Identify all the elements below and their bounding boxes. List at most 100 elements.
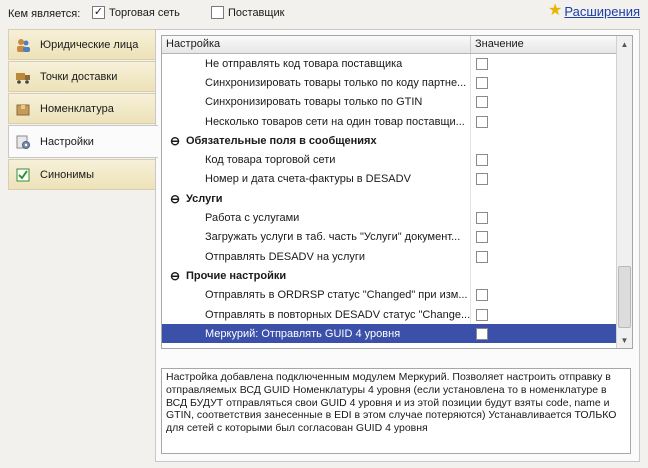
setting-cell: Работа с услугами (162, 208, 471, 228)
collapse-icon[interactable]: ⊖ (170, 134, 180, 148)
table-row[interactable]: Не отправлять код товара поставщика (162, 54, 617, 74)
value-cell (471, 247, 617, 266)
collapse-icon[interactable]: ⊖ (170, 269, 180, 283)
setting-cell: Не отправлять код товара поставщика (162, 54, 471, 74)
tab-delivery-points[interactable]: Точки доставки (8, 61, 156, 92)
retail-network-checkbox[interactable]: ✓ Торговая сеть (92, 6, 180, 19)
setting-description: Настройка добавлена подключенным модулем… (161, 368, 631, 454)
table-row[interactable]: Отправлять в повторных DESADV статус "Ch… (162, 304, 617, 325)
truck-icon (15, 69, 31, 85)
extensions-link[interactable]: Расширения (564, 4, 640, 19)
setting-label: Номер и дата счета-фактуры в DESADV (205, 173, 411, 186)
value-cell (471, 324, 617, 343)
setting-cell: Синхронизировать товары только по GTIN (162, 92, 471, 112)
table-row[interactable]: Код товара торговой сети (162, 150, 617, 170)
role-label: Кем является: (8, 8, 81, 20)
group-row[interactable]: ⊖ Услуги (162, 189, 617, 209)
table-row[interactable]: Синхронизировать товары только по GTIN (162, 92, 617, 112)
settings-grid: Настройка Значение Не отправлять код тов… (161, 35, 633, 349)
setting-label: Меркурий: Отправлять GUID 4 уровня (205, 327, 401, 340)
setting-label: Услуги (186, 192, 223, 205)
setting-label: Несколько товаров сети на один товар пос… (205, 115, 465, 128)
value-checkbox[interactable] (476, 250, 488, 263)
setting-cell: Прочие настройки (162, 266, 471, 286)
value-checkbox[interactable] (476, 327, 488, 340)
tab-settings[interactable]: Настройки (8, 125, 158, 158)
setting-cell: Код товара торговой сети (162, 150, 471, 170)
setting-cell: Номер и дата счета-фактуры в DESADV (162, 169, 471, 190)
value-cell (471, 93, 617, 112)
scroll-up-icon[interactable]: ▲ (617, 36, 632, 52)
setting-cell: Меркурий: Отправлять GUID 4 уровня (162, 324, 471, 344)
value-cell (471, 73, 617, 92)
value-cell (471, 228, 617, 247)
table-row[interactable]: Загружать услуги в таб. часть "Услуги" д… (162, 227, 617, 247)
tab-label: Настройки (40, 135, 94, 148)
value-cell (471, 208, 617, 227)
value-cell (471, 150, 617, 169)
setting-label: Прочие настройки (186, 269, 287, 282)
value-checkbox[interactable] (476, 57, 488, 70)
tab-nomenclature[interactable]: Номенклатура (8, 93, 156, 124)
setting-cell: Синхронизировать товары только по коду п… (162, 73, 471, 93)
column-header-setting[interactable]: Настройка (162, 36, 471, 53)
setting-label: Обязательные поля в сообщениях (186, 134, 377, 147)
scroll-thumb[interactable] (618, 266, 631, 328)
scroll-down-icon[interactable]: ▼ (617, 332, 632, 348)
value-cell (471, 189, 617, 208)
setting-label: Не отправлять код товара поставщика (205, 57, 403, 70)
settings-icon (15, 134, 31, 150)
grid-header: Настройка Значение (162, 36, 632, 54)
setting-cell: Услуги (162, 189, 471, 209)
setting-label: Загружать услуги в таб. часть "Услуги" д… (205, 231, 461, 244)
value-checkbox[interactable] (476, 154, 488, 167)
setting-cell: Загружать услуги в таб. часть "Услуги" д… (162, 227, 471, 247)
tab-legal-entities[interactable]: Юридические лица (8, 29, 156, 60)
setting-label: Работа с услугами (205, 212, 300, 225)
value-cell (471, 286, 617, 305)
value-checkbox[interactable] (476, 115, 488, 128)
supplier-label: Поставщик (228, 6, 285, 19)
group-row[interactable]: ⊖ Прочие настройки (162, 266, 617, 286)
people-icon (15, 37, 31, 53)
group-row[interactable]: ⊖ Обязательные поля в сообщениях (162, 131, 617, 151)
top-bar: Кем является: ✓ Торговая сеть Поставщик … (0, 0, 648, 28)
table-row[interactable]: Работа с услугами (162, 208, 617, 228)
table-row[interactable]: Номер и дата счета-фактуры в DESADV (162, 169, 617, 190)
value-checkbox[interactable] (476, 96, 488, 109)
grid-rows: Не отправлять код товара поставщика Синхр… (162, 54, 617, 344)
settings-panel: Настройка Значение Не отправлять код тов… (155, 29, 640, 462)
value-checkbox[interactable] (476, 308, 488, 321)
value-cell (471, 305, 617, 324)
setting-cell: Несколько товаров сети на один товар пос… (162, 111, 471, 132)
table-row[interactable]: Меркурий: Отправлять GUID 4 уровня (162, 324, 617, 344)
value-checkbox[interactable] (476, 289, 488, 302)
supplier-checkbox[interactable]: Поставщик (211, 6, 284, 19)
table-row[interactable]: Отправлять DESADV на услуги (162, 246, 617, 267)
value-cell (471, 131, 617, 150)
table-row[interactable]: Синхронизировать товары только по коду п… (162, 73, 617, 93)
table-row[interactable]: Несколько товаров сети на один товар пос… (162, 111, 617, 132)
tab-synonyms[interactable]: Синонимы (8, 159, 156, 190)
retail-network-label: Торговая сеть (109, 6, 180, 19)
setting-cell: Отправлять DESADV на услуги (162, 246, 471, 267)
value-checkbox[interactable] (476, 173, 488, 186)
setting-label: Синхронизировать товары только по GTIN (205, 96, 423, 109)
setting-label: Отправлять в ORDRSP статус "Changed" при… (205, 289, 468, 302)
tab-label: Точки доставки (40, 70, 118, 83)
value-checkbox[interactable] (476, 212, 488, 225)
checkbox-checked-icon[interactable]: ✓ (92, 6, 105, 19)
value-checkbox[interactable] (476, 231, 488, 244)
setting-label: Отправлять в повторных DESADV статус "Ch… (205, 308, 471, 321)
checkbox-unchecked-icon[interactable] (211, 6, 224, 19)
column-header-value[interactable]: Значение (471, 36, 632, 53)
collapse-icon[interactable]: ⊖ (170, 192, 180, 206)
star-icon: ★ (548, 2, 563, 19)
checklist-icon (15, 167, 31, 183)
table-row[interactable]: Отправлять в ORDRSP статус "Changed" при… (162, 285, 617, 305)
extensions-link-wrap[interactable]: ★ Расширения (548, 3, 640, 19)
vertical-scrollbar[interactable]: ▲ ▼ (616, 36, 632, 348)
value-checkbox[interactable] (476, 76, 488, 89)
tab-label: Номенклатура (40, 102, 114, 115)
tab-label: Юридические лица (40, 38, 139, 51)
